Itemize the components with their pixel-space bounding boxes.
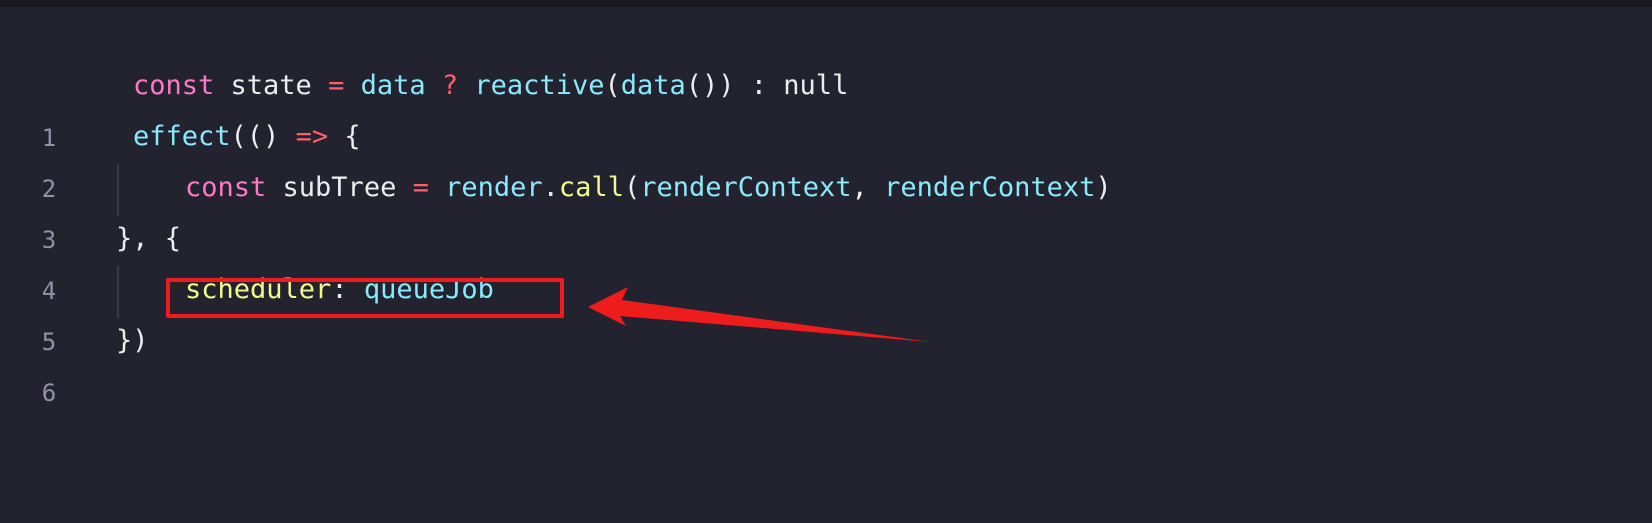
red-arrow-left-icon [588, 287, 930, 342]
